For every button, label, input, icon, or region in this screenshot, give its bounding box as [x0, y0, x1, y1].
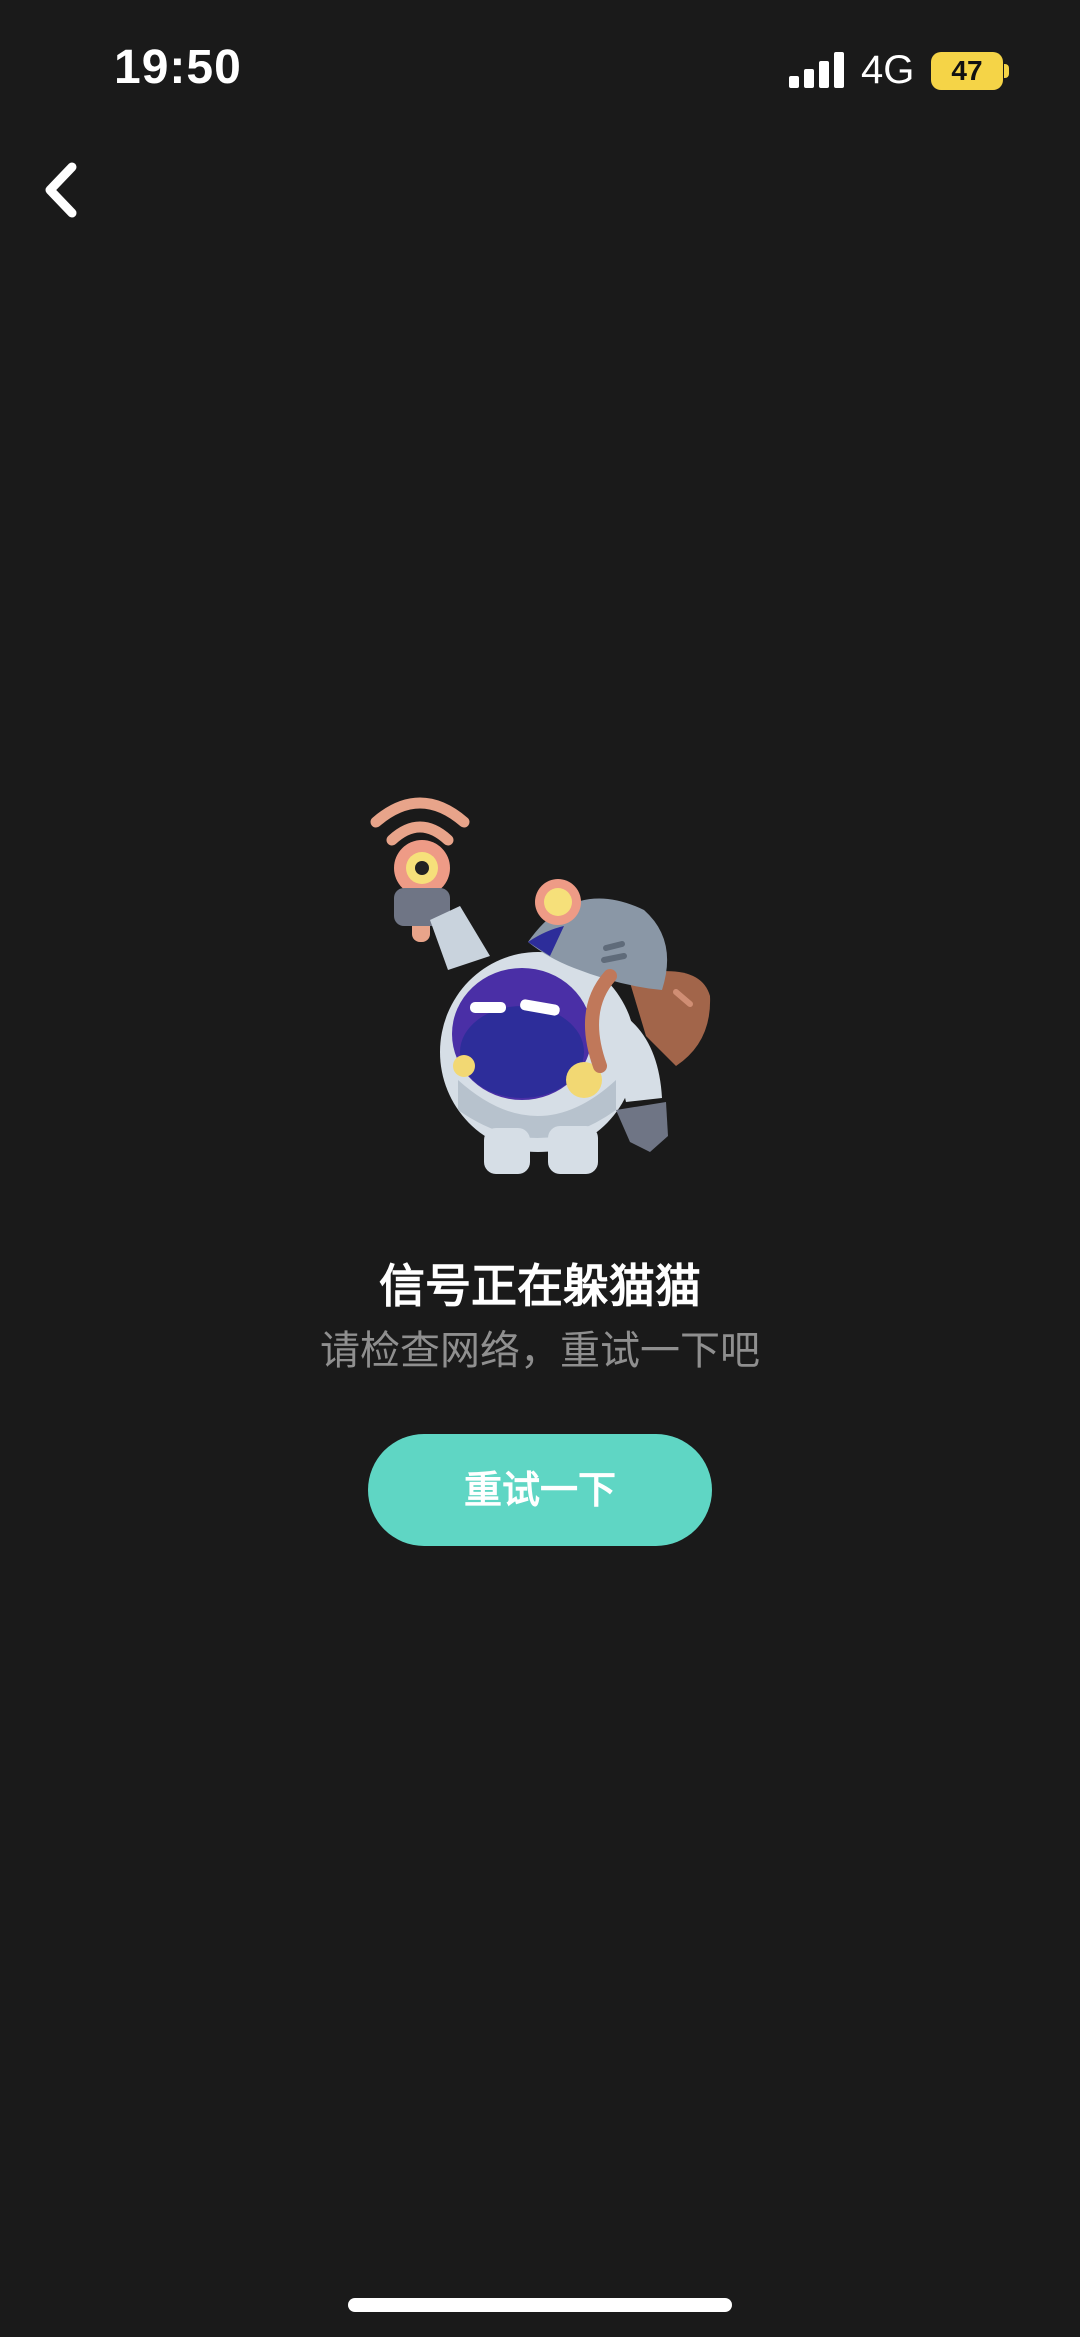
cellular-signal-icon — [789, 52, 844, 88]
back-button[interactable] — [30, 150, 100, 230]
chevron-left-icon — [45, 162, 77, 218]
battery-level: 47 — [951, 55, 983, 86]
battery-tip — [1004, 64, 1009, 78]
error-subtitle: 请检查网络，重试一下吧 — [320, 1328, 760, 1374]
status-bar: 19:50 4G 47 — [0, 0, 1080, 140]
error-title: 信号正在躲猫猫 — [379, 1259, 701, 1313]
astronaut-wifi-illustration — [370, 797, 711, 1174]
network-type-label: 4G — [861, 48, 915, 92]
retry-button[interactable]: 重试一下 — [368, 1434, 712, 1546]
home-indicator[interactable] — [348, 2298, 732, 2312]
battery-icon: 47 — [931, 52, 1003, 90]
status-time: 19:50 — [114, 41, 242, 94]
